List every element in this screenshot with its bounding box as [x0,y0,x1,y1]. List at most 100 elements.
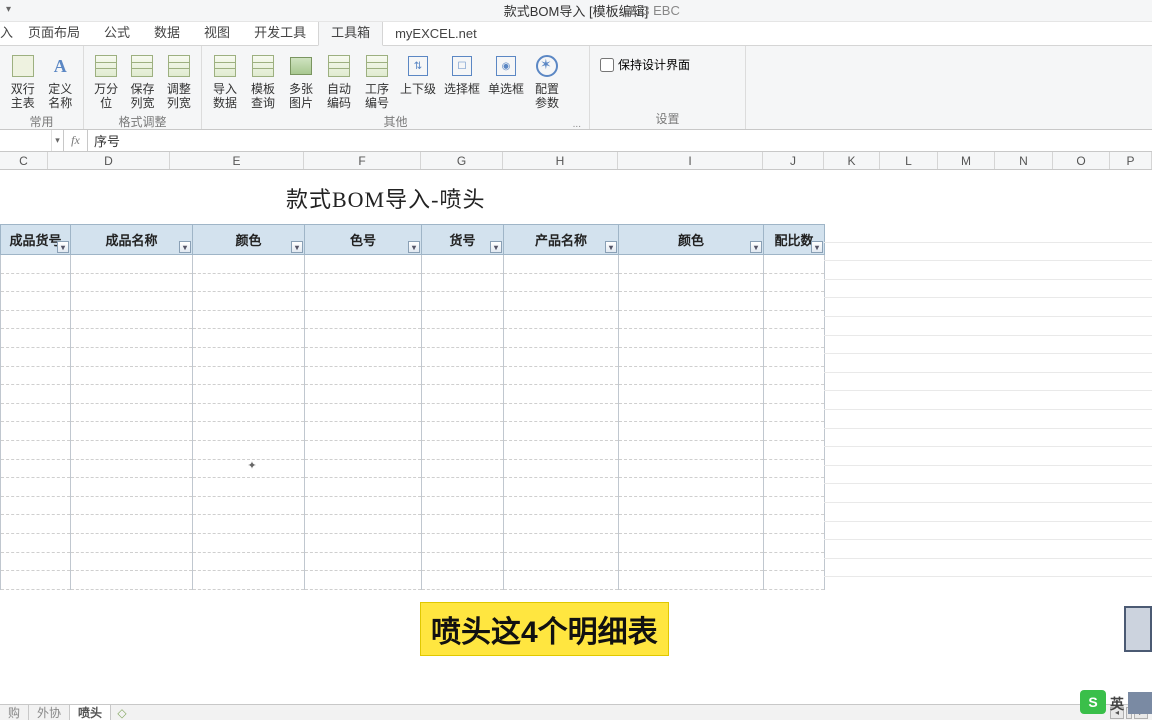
btn-save-col-width[interactable]: 保存 列宽 [126,50,158,112]
table-row[interactable] [1,292,825,311]
table-cell[interactable] [1,273,71,292]
table-cell[interactable] [71,347,193,366]
btn-double-row-master[interactable]: 双行 主表 [6,50,40,112]
table-cell[interactable] [1,403,71,422]
table-cell[interactable] [193,571,305,590]
table-cell[interactable] [764,571,825,590]
table-row[interactable] [1,478,825,497]
table-row[interactable] [1,403,825,422]
col-header-f[interactable]: F [304,152,421,169]
filter-icon[interactable]: ▾ [57,241,69,253]
table-row[interactable] [1,571,825,590]
table-cell[interactable] [71,366,193,385]
table-cell[interactable] [305,440,422,459]
table-row[interactable] [1,496,825,515]
table-cell[interactable] [422,440,504,459]
col-header-m[interactable]: M [938,152,995,169]
table-cell[interactable] [1,310,71,329]
table-cell[interactable] [422,533,504,552]
table-cell[interactable] [193,347,305,366]
table-cell[interactable] [305,459,422,478]
table-cell[interactable] [71,478,193,497]
table-cell[interactable] [193,329,305,348]
table-cell[interactable] [504,255,619,274]
table-cell[interactable] [764,533,825,552]
table-cell[interactable] [504,329,619,348]
check-keep-design-ui[interactable]: 保持设计界面 [596,52,694,77]
name-box[interactable]: ▾ [0,130,64,151]
table-row[interactable] [1,515,825,534]
table-cell[interactable] [764,329,825,348]
table-cell[interactable] [764,440,825,459]
table-cell[interactable] [71,292,193,311]
tab-formulas[interactable]: 公式 [92,18,142,45]
tab-page-layout[interactable]: 页面布局 [16,18,92,45]
table-cell[interactable] [1,329,71,348]
table-cell[interactable] [71,533,193,552]
table-cell[interactable] [305,292,422,311]
table-cell[interactable] [422,329,504,348]
table-cell[interactable] [193,478,305,497]
table-cell[interactable] [619,329,764,348]
table-cell[interactable] [1,552,71,571]
btn-config-param[interactable]: 配置 参数 [530,50,564,112]
check-keep-design-ui-input[interactable] [600,58,614,72]
table-cell[interactable] [504,347,619,366]
table-cell[interactable] [1,478,71,497]
table-cell[interactable] [71,310,193,329]
btn-adjust-col-width[interactable]: 调整 列宽 [163,50,195,112]
tab-developer[interactable]: 开发工具 [242,18,318,45]
table-cell[interactable] [305,366,422,385]
fx-button[interactable]: fx [64,130,88,151]
table-row[interactable] [1,366,825,385]
table-cell[interactable] [764,459,825,478]
btn-define-name[interactable]: A 定义 名称 [44,50,78,112]
col-header-h[interactable]: H [503,152,618,169]
table-cell[interactable] [504,571,619,590]
tab-data[interactable]: 数据 [142,18,192,45]
col-header-n[interactable]: N [995,152,1053,169]
table-cell[interactable] [305,571,422,590]
table-cell[interactable] [71,255,193,274]
table-cell[interactable] [1,422,71,441]
table-cell[interactable] [422,385,504,404]
table-cell[interactable] [764,347,825,366]
table-cell[interactable] [504,292,619,311]
filter-icon[interactable]: ▾ [291,241,303,253]
table-cell[interactable] [422,366,504,385]
filter-icon[interactable]: ▾ [490,241,502,253]
table-cell[interactable] [504,366,619,385]
table-cell[interactable] [71,571,193,590]
table-cell[interactable] [504,403,619,422]
table-cell[interactable] [619,255,764,274]
table-cell[interactable] [422,292,504,311]
table-cell[interactable] [193,273,305,292]
table-cell[interactable] [764,496,825,515]
tab-view[interactable]: 视图 [192,18,242,45]
filter-icon[interactable]: ▾ [179,241,191,253]
table-cell[interactable] [422,496,504,515]
btn-radio-box[interactable]: ◉单选框 [486,50,526,98]
table-cell[interactable] [504,459,619,478]
table-cell[interactable] [764,422,825,441]
table-cell[interactable] [193,496,305,515]
table-cell[interactable] [305,552,422,571]
table-cell[interactable] [193,440,305,459]
col-header-j[interactable]: J [763,152,824,169]
table-cell[interactable] [305,478,422,497]
sheet-tab-purchase[interactable]: 购 [0,705,29,720]
table-cell[interactable] [619,347,764,366]
table-cell[interactable] [504,478,619,497]
table-cell[interactable] [193,292,305,311]
table-cell[interactable] [619,552,764,571]
table-cell[interactable] [1,292,71,311]
btn-auto-code[interactable]: 自动 编码 [322,50,356,112]
table-cell[interactable] [504,422,619,441]
table-cell[interactable] [619,385,764,404]
table-row[interactable] [1,329,825,348]
table-cell[interactable] [71,273,193,292]
table-cell[interactable] [764,366,825,385]
filter-icon[interactable]: ▾ [750,241,762,253]
name-box-dropdown-icon[interactable]: ▾ [51,130,63,151]
table-row[interactable] [1,459,825,478]
